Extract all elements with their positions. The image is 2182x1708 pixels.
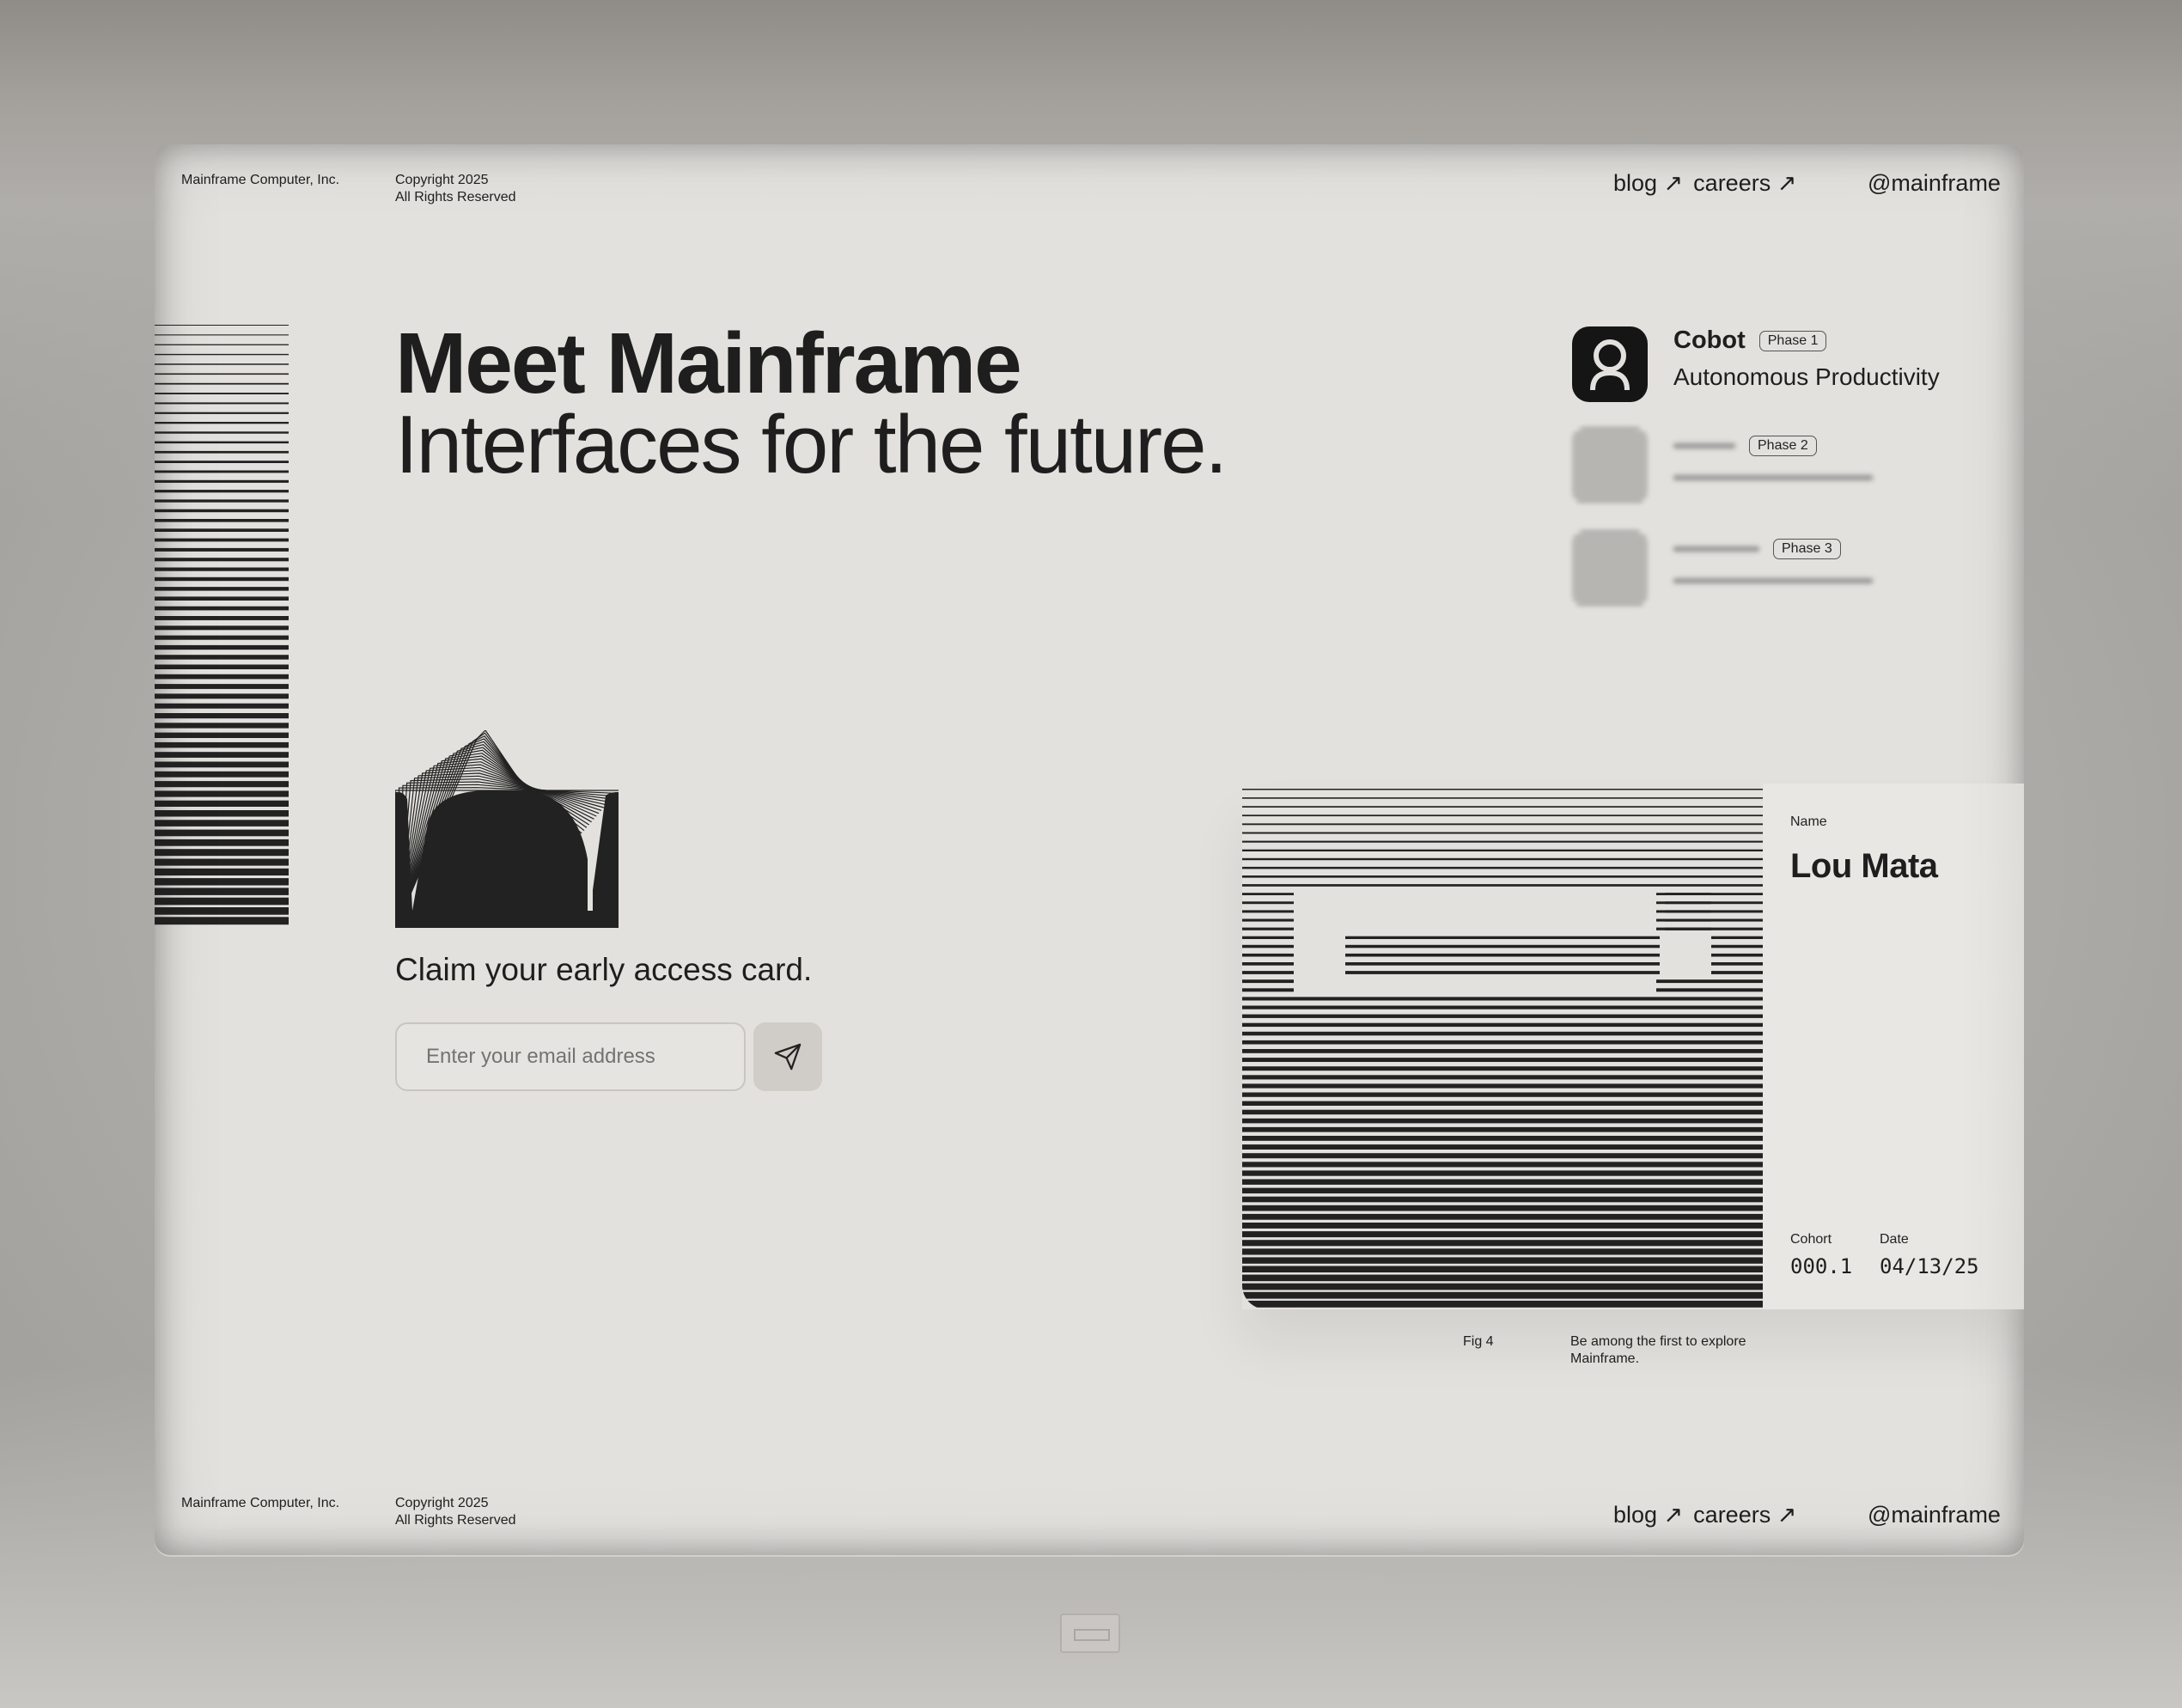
- cohort-label: Cohort: [1790, 1232, 1832, 1247]
- social-handle-link[interactable]: @mainframe: [1868, 170, 2001, 197]
- figure-caption: Be among the first to explore Mainframe.: [1570, 1333, 1746, 1368]
- caption-line-2: Mainframe.: [1570, 1351, 1640, 1366]
- device-home-button[interactable]: [1060, 1613, 1120, 1653]
- footer-copyright: Copyright 2025 All Rights Reserved: [395, 1495, 516, 1529]
- product-item-phase-2: Phase 2: [1572, 428, 1873, 503]
- product-name: Cobot Phase 1: [1673, 326, 1940, 355]
- product-description: Autonomous Productivity: [1673, 363, 1940, 390]
- footer-social-handle-link[interactable]: @mainframe: [1868, 1502, 2001, 1528]
- person-icon: [1572, 326, 1648, 402]
- rights-reserved: All Rights Reserved: [395, 190, 516, 204]
- footer-copyright-year: Copyright 2025: [395, 1496, 489, 1510]
- date-label: Date: [1880, 1232, 1909, 1247]
- blurred-description: [1673, 578, 1873, 583]
- blurred-name: [1673, 431, 1735, 460]
- email-input[interactable]: [395, 1022, 746, 1091]
- date-value: 04/13/25: [1880, 1254, 1979, 1278]
- send-icon: [774, 1043, 801, 1071]
- footer-careers-link[interactable]: careers ↗: [1693, 1502, 1796, 1528]
- figure-label: Fig 4: [1463, 1334, 1494, 1349]
- screen: Mainframe Computer, Inc. Copyright 2025 …: [155, 144, 2024, 1555]
- name-label: Name: [1790, 814, 1827, 829]
- blurred-icon: [1572, 428, 1648, 503]
- mainframe-logo-mark: [395, 730, 619, 928]
- card-logo-artwork: [1242, 789, 1763, 1308]
- access-card: Name Lou Mata Cohort 000.1 Date 04/13/25: [1242, 784, 2024, 1309]
- caption-line-1: Be among the first to explore: [1570, 1334, 1746, 1349]
- copyright: Copyright 2025 All Rights Reserved: [395, 172, 516, 206]
- phase-badge: Phase 1: [1758, 330, 1827, 351]
- footer-blog-link[interactable]: blog ↗: [1613, 1502, 1683, 1528]
- blurred-icon: [1572, 531, 1648, 607]
- footer-nav: blog ↗ careers ↗: [1613, 1502, 1796, 1528]
- stripes-decoration: [155, 325, 289, 925]
- company-name: Mainframe Computer, Inc.: [181, 173, 340, 187]
- product-item-phase-3: Phase 3: [1572, 531, 1873, 607]
- header-nav: blog ↗ careers ↗: [1613, 170, 1796, 197]
- footer-rights-reserved: All Rights Reserved: [395, 1513, 516, 1528]
- signup-heading: Claim your early access card.: [395, 952, 813, 987]
- phase-badge: Phase 2: [1749, 435, 1817, 456]
- submit-button[interactable]: [753, 1022, 822, 1091]
- blurred-name: [1673, 534, 1759, 563]
- blurred-description: [1673, 475, 1873, 480]
- product-item-cobot[interactable]: Cobot Phase 1 Autonomous Productivity: [1572, 326, 1940, 402]
- card-details: Name Lou Mata Cohort 000.1 Date 04/13/25: [1763, 784, 2024, 1309]
- cardholder-name: Lou Mata: [1790, 847, 1938, 885]
- blog-link[interactable]: blog ↗: [1613, 170, 1683, 197]
- product-name-text: Cobot: [1673, 326, 1746, 354]
- cohort-value: 000.1: [1790, 1254, 1853, 1278]
- careers-link[interactable]: careers ↗: [1693, 170, 1796, 197]
- hero-subtitle: Interfaces for the future.: [395, 399, 1228, 491]
- hero-title: Meet Mainframe: [395, 315, 1022, 412]
- footer-company-name: Mainframe Computer, Inc.: [181, 1496, 340, 1510]
- copyright-year: Copyright 2025: [395, 173, 489, 187]
- phase-badge: Phase 3: [1773, 538, 1841, 559]
